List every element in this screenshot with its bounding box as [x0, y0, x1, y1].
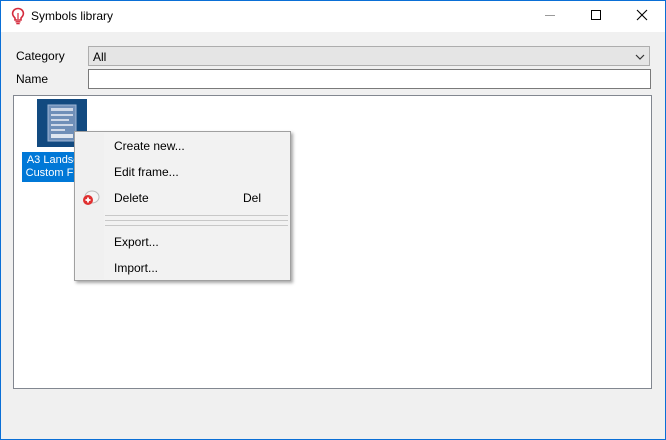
menu-item-edit-frame[interactable]: Edit frame...	[77, 160, 288, 184]
name-input[interactable]	[88, 69, 651, 89]
chevron-down-icon	[635, 51, 645, 61]
menu-item-shortcut: Del	[243, 191, 262, 205]
minimize-icon	[544, 9, 556, 24]
lightbulb-icon	[10, 7, 26, 25]
category-value: All	[93, 50, 107, 64]
title-bar[interactable]: Symbols library	[1, 1, 665, 32]
menu-item-export[interactable]: Export...	[77, 230, 288, 254]
context-menu: Create new... Edit frame... Delete Del E…	[74, 131, 291, 281]
maximize-button[interactable]	[573, 1, 619, 32]
menu-separator	[105, 225, 288, 226]
menu-item-delete[interactable]: Delete Del	[77, 186, 288, 210]
menu-item-label: Create new...	[114, 139, 185, 153]
menu-separator	[105, 215, 288, 216]
menu-item-label: Delete	[114, 191, 149, 205]
menu-item-import[interactable]: Import...	[77, 256, 288, 280]
maximize-icon	[590, 9, 602, 24]
menu-item-create-new[interactable]: Create new...	[77, 134, 288, 158]
category-dropdown[interactable]: All	[88, 46, 650, 66]
menu-item-label: Export...	[114, 235, 159, 249]
window-title: Symbols library	[31, 9, 114, 23]
category-label: Category	[16, 49, 65, 63]
menu-separator	[105, 220, 288, 221]
delete-icon	[81, 188, 101, 208]
name-label: Name	[16, 72, 49, 86]
menu-item-label: Import...	[114, 261, 159, 275]
symbols-library-window: Symbols library Category All Name A3 Lan…	[0, 0, 666, 440]
close-button[interactable]	[619, 1, 665, 32]
close-icon	[636, 9, 648, 24]
menu-item-label: Edit frame...	[114, 165, 179, 179]
minimize-button[interactable]	[527, 1, 573, 32]
